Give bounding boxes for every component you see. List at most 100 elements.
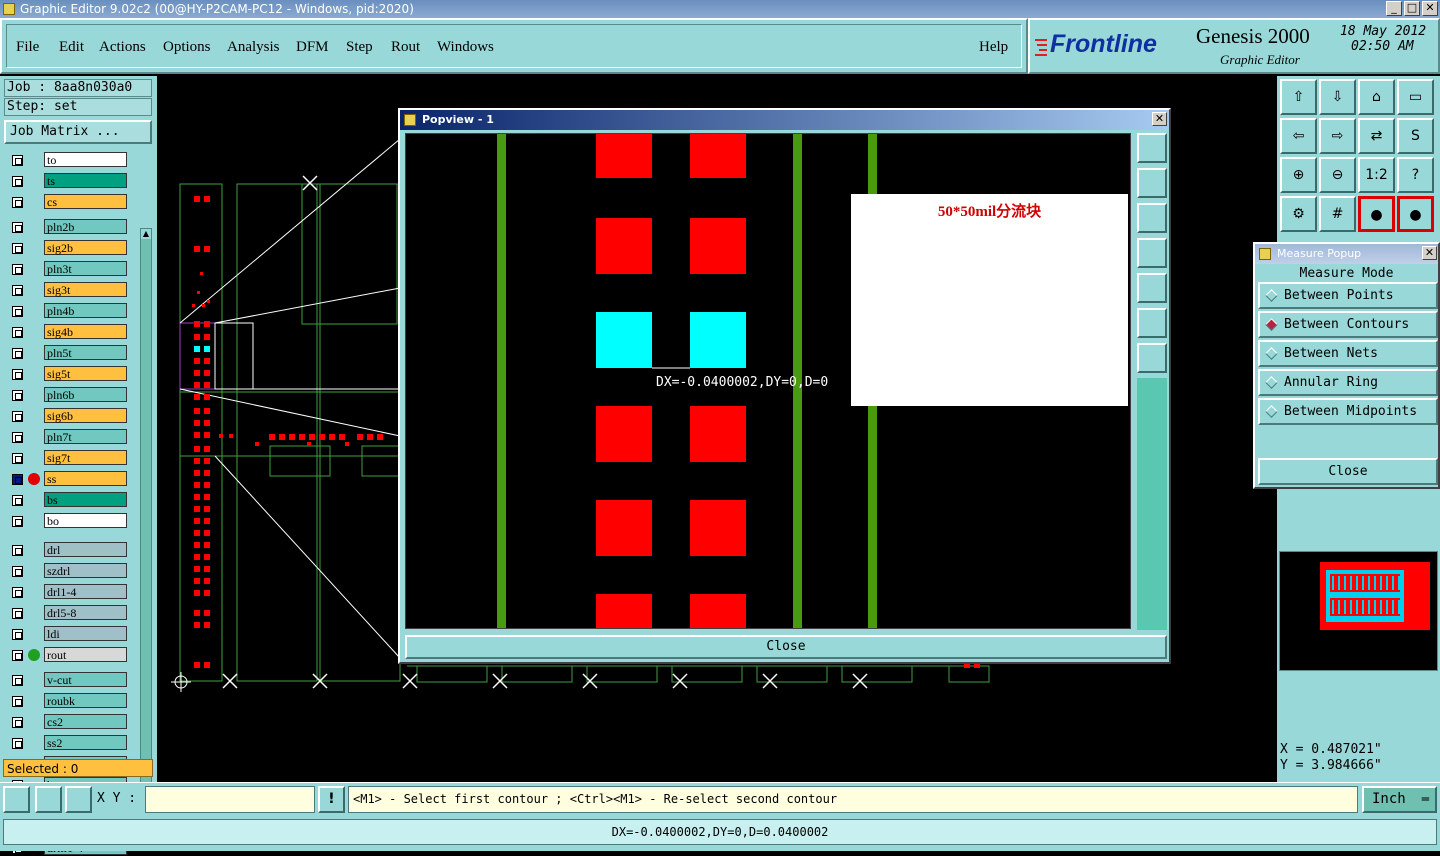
layer-name[interactable]: sig2b <box>44 240 127 255</box>
layer-checkbox[interactable] <box>12 495 23 506</box>
layer-row-pln5t[interactable]: pln5t <box>8 345 128 361</box>
layer-name[interactable]: rout <box>44 647 127 662</box>
layer-checkbox[interactable] <box>12 411 23 422</box>
layer-checkbox[interactable] <box>12 608 23 619</box>
layer-name[interactable]: sig5t <box>44 366 127 381</box>
help-tool-icon[interactable]: ? <box>1397 157 1434 193</box>
layer-name[interactable]: sig3t <box>44 282 127 297</box>
layer-checkbox[interactable] <box>12 243 23 254</box>
menu-file[interactable]: File <box>16 39 39 56</box>
alert-icon[interactable]: ! <box>318 786 345 813</box>
units-selector[interactable]: Inch ═ <box>1362 786 1437 813</box>
menu-step[interactable]: Step <box>346 39 373 56</box>
layer-checkbox[interactable] <box>12 474 23 485</box>
layer-checkbox[interactable] <box>12 222 23 233</box>
layer-checkbox[interactable] <box>12 155 23 166</box>
layer-name[interactable]: sig6b <box>44 408 127 423</box>
pan-left-icon[interactable] <box>1137 238 1167 268</box>
option-annular-ring[interactable]: Annular Ring <box>1258 369 1438 396</box>
layer-row-cs[interactable]: cs <box>8 194 128 210</box>
measure-tool-icon[interactable]: ⚙ <box>1280 196 1317 232</box>
grid-icon[interactable]: # <box>1319 196 1356 232</box>
home-view-icon[interactable]: ⌂ <box>1358 79 1395 115</box>
layer-row-pln4b[interactable]: pln4b <box>8 303 128 319</box>
layer-name[interactable]: pln5t <box>44 345 127 360</box>
layer-row-pln6b[interactable]: pln6b <box>8 387 128 403</box>
layer-name[interactable]: pln4b <box>44 303 127 318</box>
layer-checkbox[interactable] <box>12 587 23 598</box>
pan-left-tool-icon[interactable]: ⇦ <box>1280 118 1317 154</box>
snap-icon[interactable]: S <box>1397 118 1434 154</box>
layer-checkbox[interactable] <box>12 369 23 380</box>
layer-checkbox[interactable] <box>12 545 23 556</box>
measure-close-button[interactable]: Close <box>1258 458 1438 485</box>
layer-checkbox[interactable] <box>12 516 23 527</box>
pan-down-tool-icon[interactable]: ⇩ <box>1319 79 1356 115</box>
menu-dfm[interactable]: DFM <box>296 39 329 56</box>
layer-row-sig5t[interactable]: sig5t <box>8 366 128 382</box>
layer-name[interactable]: bo <box>44 513 127 528</box>
layer-checkbox[interactable] <box>12 264 23 275</box>
layer-row-ss[interactable]: ss <box>8 471 128 487</box>
layer-name[interactable]: szdrl <box>44 563 127 578</box>
layer-checkbox[interactable] <box>12 650 23 661</box>
menu-analysis[interactable]: Analysis <box>227 39 280 56</box>
layer-checkbox[interactable] <box>12 453 23 464</box>
layer-name[interactable]: pln2b <box>44 219 127 234</box>
layer-row-pln7t[interactable]: pln7t <box>8 429 128 445</box>
layer-name[interactable]: cs2 <box>44 714 127 729</box>
layer-row-ldi[interactable]: ldi <box>8 626 128 642</box>
job-matrix-button[interactable]: Job Matrix ... <box>4 120 152 144</box>
popview-close-x-button[interactable]: ✕ <box>1152 112 1167 126</box>
option-between-points[interactable]: Between Points <box>1258 282 1438 309</box>
layer-name[interactable]: cs <box>44 194 127 209</box>
option-between-midpoints[interactable]: Between Midpoints <box>1258 398 1438 425</box>
layer-name[interactable]: ss <box>44 471 127 486</box>
layer-row-sig2b[interactable]: sig2b <box>8 240 128 256</box>
cursor-mode-icon[interactable] <box>3 786 30 813</box>
layer-checkbox[interactable] <box>12 285 23 296</box>
layer-row-rout[interactable]: rout <box>8 647 128 663</box>
popview-close-button[interactable]: Close <box>405 635 1167 659</box>
layer-scrollbar[interactable]: ▲ ▼ <box>140 228 152 830</box>
layer-row-pln3t[interactable]: pln3t <box>8 261 128 277</box>
xy-input[interactable] <box>145 786 315 813</box>
layer-checkbox[interactable] <box>12 176 23 187</box>
overview-map[interactable] <box>1279 551 1438 671</box>
layer-checkbox[interactable] <box>12 348 23 359</box>
pan-down-icon[interactable] <box>1137 203 1167 233</box>
layer-checkbox[interactable] <box>12 696 23 707</box>
layer-name[interactable]: drl5-8 <box>44 605 127 620</box>
layer-name[interactable]: to <box>44 152 127 167</box>
layer-row-cs2[interactable]: cs2 <box>8 714 128 730</box>
layer-row-ts[interactable]: ts <box>8 173 128 189</box>
layer-name[interactable]: v-cut <box>44 672 127 687</box>
layer-checkbox[interactable] <box>12 717 23 728</box>
layer-name[interactable]: pln3t <box>44 261 127 276</box>
layer-name[interactable]: drl1-4 <box>44 584 127 599</box>
layer-row-drl1-4[interactable]: drl1-4 <box>8 584 128 600</box>
layer-checkbox[interactable] <box>12 629 23 640</box>
layer-row-bo[interactable]: bo <box>8 513 128 529</box>
net-highlight-icon[interactable]: ● <box>1358 196 1395 232</box>
menu-windows[interactable]: Windows <box>437 39 494 56</box>
layer-name[interactable]: sig7t <box>44 450 127 465</box>
pan-right-tool-icon[interactable]: ⇨ <box>1319 118 1356 154</box>
window-view-icon[interactable]: ▭ <box>1397 79 1434 115</box>
layer-row-sig6b[interactable]: sig6b <box>8 408 128 424</box>
layer-row-to[interactable]: to <box>8 152 128 168</box>
layer-row-drl[interactable]: drl <box>8 542 128 558</box>
snap-mode-icon[interactable] <box>35 786 62 813</box>
measure-popup-title-bar[interactable]: Measure Popup ✕ <box>1255 244 1438 264</box>
layer-name[interactable]: pln7t <box>44 429 127 444</box>
layer-row-sig7t[interactable]: sig7t <box>8 450 128 466</box>
layer-name[interactable]: ldi <box>44 626 127 641</box>
option-between-nets[interactable]: Between Nets <box>1258 340 1438 367</box>
zoom-fit-icon[interactable] <box>1137 133 1167 163</box>
pan-right-icon[interactable] <box>1137 273 1167 303</box>
zoom-in-tool-icon[interactable]: ⊕ <box>1280 157 1317 193</box>
layer-name[interactable]: pln6b <box>44 387 127 402</box>
layer-checkbox[interactable] <box>12 390 23 401</box>
zoom-ratio-icon[interactable]: 1:2 <box>1358 157 1395 193</box>
layer-checkbox[interactable] <box>12 432 23 443</box>
